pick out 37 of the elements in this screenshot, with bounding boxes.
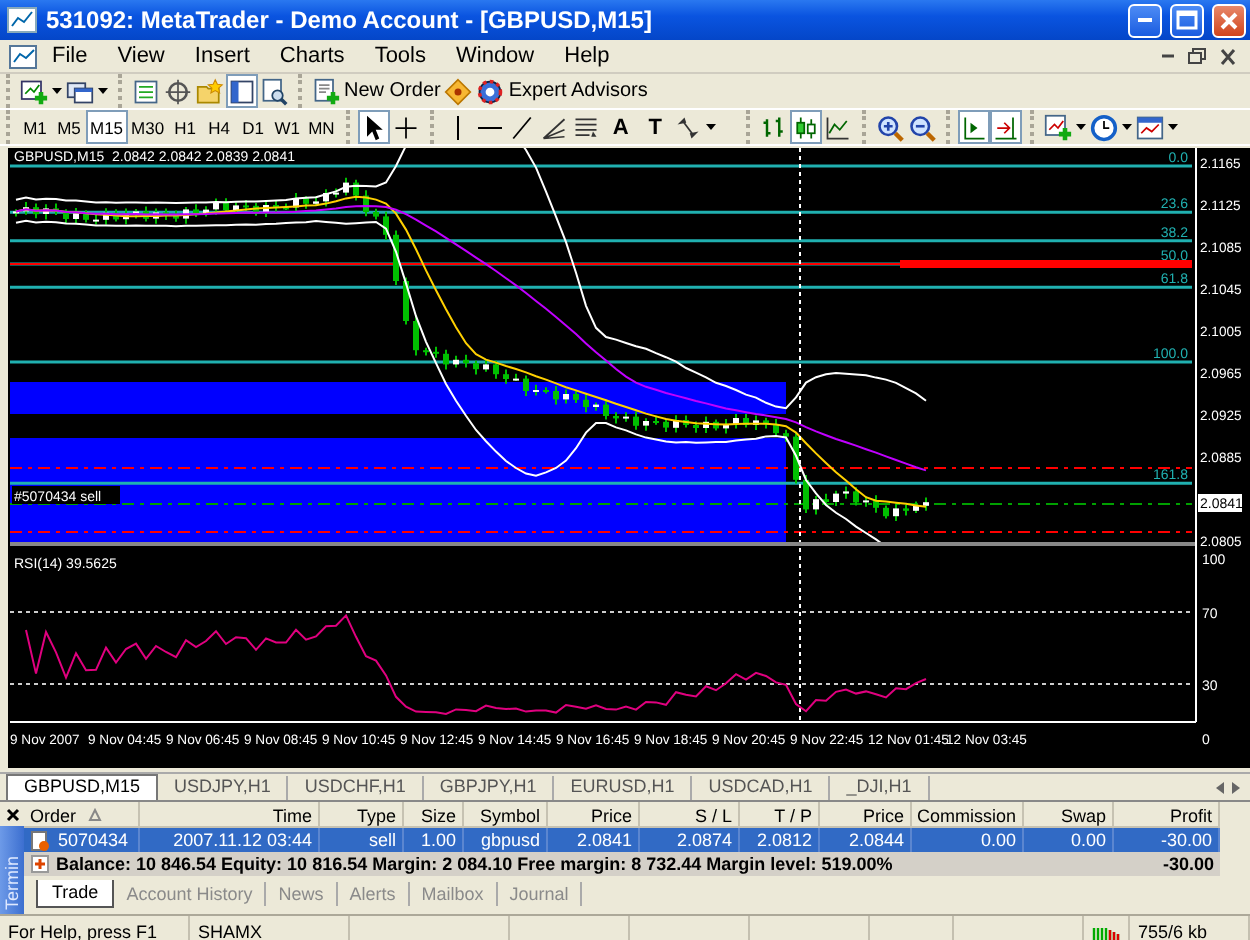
menu-item[interactable]: Insert bbox=[180, 44, 266, 68]
timeframe-button[interactable]: M30 bbox=[127, 110, 169, 144]
status-text: SHAMX bbox=[190, 916, 350, 940]
chart-tab[interactable]: USDCHF,H1 bbox=[288, 776, 424, 800]
text-label-button[interactable]: T bbox=[638, 110, 673, 144]
chart-tab[interactable]: USDJPY,H1 bbox=[158, 776, 289, 800]
new-order-button[interactable]: New Order bbox=[310, 74, 443, 108]
timeframe-button[interactable]: D1 bbox=[236, 110, 271, 144]
timeframe-button[interactable]: H4 bbox=[202, 110, 237, 144]
panel-title: Termin bbox=[2, 855, 22, 910]
timeframe-button[interactable]: M1 bbox=[18, 110, 52, 144]
status-text: For Help, press F1 bbox=[0, 916, 190, 940]
text-button[interactable]: A bbox=[602, 110, 639, 144]
timeframe-button[interactable]: M5 bbox=[52, 110, 86, 144]
total-profit: -30.00 bbox=[1162, 854, 1216, 874]
menu-item[interactable]: Tools bbox=[360, 44, 442, 68]
terminal-tab[interactable]: Trade bbox=[36, 880, 115, 908]
timeframe-button[interactable]: W1 bbox=[270, 110, 305, 144]
menu-item[interactable]: Charts bbox=[265, 44, 361, 68]
menu-item[interactable]: File bbox=[38, 44, 104, 68]
table-row[interactable]: 5070434 2007.11.12 03:44 sell 1.00 gbpusd 2.0841 2.0874 2.0812 2.0844 0.00 0.00 -30.00 bbox=[24, 828, 1220, 852]
table-cell: 5070434 bbox=[58, 828, 129, 852]
experts-button[interactable]: Expert Advisors bbox=[474, 74, 650, 108]
timeframe-button[interactable]: H1 bbox=[168, 110, 203, 144]
menu-item[interactable]: View bbox=[103, 44, 181, 68]
timeframe-button[interactable]: MN bbox=[304, 110, 339, 144]
menu-item[interactable]: Window bbox=[442, 44, 551, 68]
chart-tab[interactable]: GBPUSD,M15 bbox=[6, 774, 159, 800]
chart-tab[interactable]: EURUSD,H1 bbox=[554, 776, 693, 800]
chart-tab[interactable]: _DJI,H1 bbox=[830, 776, 930, 800]
chart-tab[interactable]: GBPJPY,H1 bbox=[423, 776, 555, 800]
menu-item[interactable]: Help bbox=[550, 44, 626, 68]
window-title: 531092: MetaTrader - Demo Account - [GBPUSD,M15] bbox=[46, 6, 654, 34]
account-summary: Balance: 10 846.54 Equity: 10 816.54 Margin: 2 084.10 Free margin: 8 732.44 Margin level: 519.00% bbox=[56, 854, 895, 874]
chart-tab[interactable]: USDCAD,H1 bbox=[692, 776, 831, 800]
status-text: 755/6 kb bbox=[1130, 916, 1250, 940]
timeframe-button[interactable]: M15 bbox=[86, 110, 128, 144]
